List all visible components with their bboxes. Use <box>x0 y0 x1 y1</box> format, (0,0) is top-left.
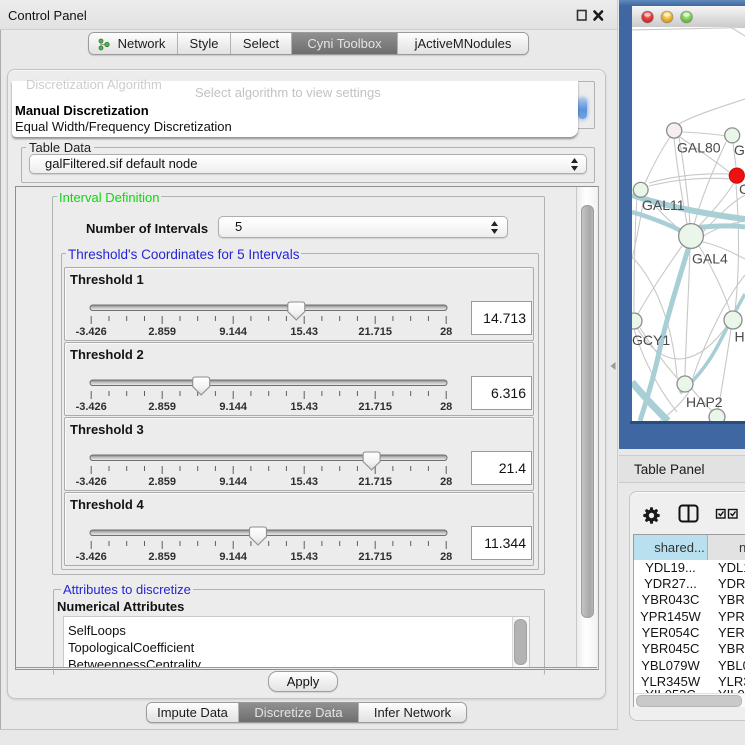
svg-text:HAP2: HAP2 <box>686 394 723 410</box>
svg-text:21.715: 21.715 <box>358 476 392 488</box>
svg-text:15.43: 15.43 <box>290 326 318 338</box>
svg-text:9.144: 9.144 <box>219 476 247 488</box>
svg-text:9.144: 9.144 <box>219 551 247 563</box>
svg-text:21.715: 21.715 <box>358 401 392 413</box>
svg-text:-3.426: -3.426 <box>76 401 107 413</box>
svg-text:C: C <box>739 181 745 197</box>
svg-text:15.43: 15.43 <box>290 401 318 413</box>
svg-text:-3.426: -3.426 <box>76 326 107 338</box>
svg-text:21.715: 21.715 <box>358 326 392 338</box>
svg-text:2.859: 2.859 <box>148 551 176 563</box>
svg-text:2.859: 2.859 <box>148 326 176 338</box>
svg-text:15.43: 15.43 <box>290 476 318 488</box>
svg-text:28: 28 <box>440 326 452 338</box>
svg-text:GAL4: GAL4 <box>692 251 728 267</box>
svg-text:GAL80: GAL80 <box>677 140 721 156</box>
svg-text:21.715: 21.715 <box>358 551 392 563</box>
svg-text:-3.426: -3.426 <box>76 551 107 563</box>
svg-text:H: H <box>735 329 745 345</box>
svg-text:28: 28 <box>440 476 452 488</box>
svg-text:GAL11: GAL11 <box>642 197 685 213</box>
svg-text:15.43: 15.43 <box>290 551 318 563</box>
svg-text:-3.426: -3.426 <box>76 476 107 488</box>
svg-text:9.144: 9.144 <box>219 401 247 413</box>
svg-text:28: 28 <box>440 551 452 563</box>
svg-text:28: 28 <box>440 401 452 413</box>
svg-text:2.859: 2.859 <box>148 476 176 488</box>
svg-text:9.144: 9.144 <box>219 326 247 338</box>
svg-text:GCY1: GCY1 <box>632 332 670 348</box>
svg-text:2.859: 2.859 <box>148 401 176 413</box>
svg-text:G.: G. <box>734 142 745 158</box>
